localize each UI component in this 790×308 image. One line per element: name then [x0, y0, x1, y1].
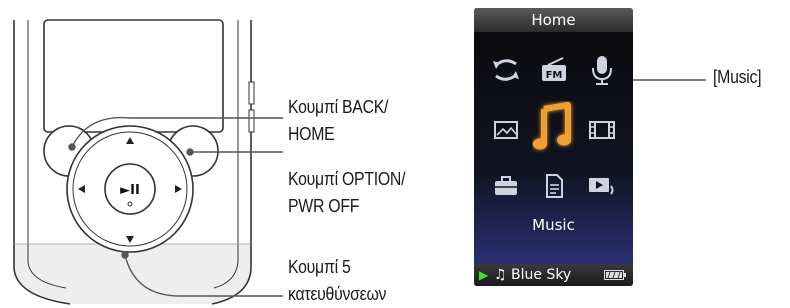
side-button-upper	[248, 81, 255, 105]
now-playing-icon[interactable]	[582, 166, 622, 206]
callout-back-home: Κουμπί BACK/ HOME	[288, 94, 388, 148]
battery-icon	[604, 270, 626, 280]
selected-menu-label: Music	[532, 216, 575, 234]
microphone-icon[interactable]	[582, 50, 622, 90]
side-button-lower	[248, 109, 255, 133]
music-icon[interactable]	[531, 100, 577, 154]
repeat-icon[interactable]	[486, 50, 526, 90]
callout-option-line1: Κουμπί OPTION/	[288, 169, 406, 189]
track-title: Blue Sky	[511, 267, 572, 283]
player-screen: Home FM Music ▶ ♫ Blue Sky	[474, 8, 633, 286]
callout-five-way-line2: κατευθύνσεων	[288, 284, 387, 304]
play-indicator-icon: ▶	[479, 268, 489, 282]
callout-back-home-line1: Κουμπί BACK/	[288, 97, 389, 117]
callout-music-label: [Music]	[713, 67, 762, 87]
callout-back-home-line2: HOME	[288, 124, 335, 144]
settings-toolbox-icon[interactable]	[486, 166, 526, 206]
callout-option-line2: PWR OFF	[288, 196, 360, 216]
status-bar: ▶ ♫ Blue Sky	[474, 264, 633, 286]
screen-title: Home	[474, 8, 633, 32]
fm-radio-icon[interactable]: FM	[534, 50, 574, 90]
callout-five-way-line1: Κουμπί 5	[288, 257, 351, 277]
photo-icon[interactable]	[486, 110, 526, 150]
player-device: ►II	[13, 19, 283, 305]
home-menu-grid: FM Music	[474, 32, 633, 264]
fm-label: FM	[546, 70, 563, 81]
play-pause-glyph: ►II	[120, 183, 140, 198]
device-screen	[43, 19, 224, 133]
diagram: ►II Κουμπί BACK/ HOME Κουμπί OPTION/ PWR…	[0, 0, 790, 308]
callout-option: Κουμπί OPTION/ PWR OFF	[288, 166, 406, 220]
callout-five-way: Κουμπί 5 κατευθύνσεων	[288, 254, 386, 308]
music-note-icon: ♫	[494, 267, 507, 283]
callout-music: [Music]	[713, 64, 762, 91]
document-icon[interactable]	[534, 166, 574, 206]
video-icon[interactable]	[582, 110, 622, 150]
